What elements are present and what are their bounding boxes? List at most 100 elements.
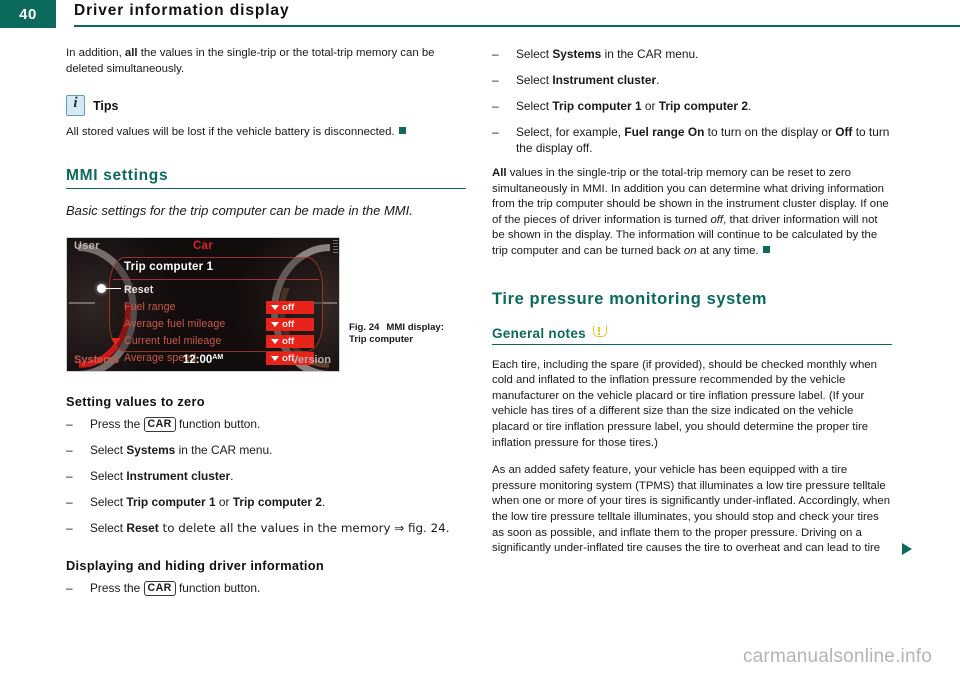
page-title: Driver information display (74, 2, 290, 19)
right-steps: – Select Systems in the CAR menu. – Select… (492, 46, 892, 156)
mmi-row-label: Reset (124, 284, 154, 297)
step-post: function button. (175, 416, 261, 431)
paragraph-bold-lead: All (492, 167, 507, 179)
list-item: – Press the CAR function button. (66, 416, 466, 432)
watermark: carmanualsonline.info (742, 646, 932, 667)
intro-paragraph: In addition, all the values in the singl… (66, 46, 466, 77)
mmi-row-reset[interactable]: Reset (110, 282, 322, 299)
step-bold2: Off (835, 125, 853, 139)
mmi-row-label: Average fuel mileage (124, 318, 226, 331)
mmi-row-value-text: off (282, 301, 295, 313)
dash-marker: – (66, 442, 73, 457)
paragraph-italic-on: on (683, 244, 697, 257)
figure-caption: Fig. 24 MMI display: Trip computer (349, 322, 469, 347)
mmi-settings-heading: MMI settings (66, 167, 466, 189)
step-post: in the CAR menu. (601, 47, 699, 61)
mmi-row-value[interactable]: off (266, 334, 314, 348)
step-bold2: Trip computer 2 (658, 99, 748, 113)
mmi-row-value-text: off (282, 335, 295, 347)
list-item: – Select Trip computer 1 or Trip computer… (66, 494, 466, 510)
step-post: . (321, 494, 326, 509)
figure-caption-line1: MMI display: (386, 321, 444, 333)
paragraph-text3: at any time. (696, 244, 759, 257)
end-marker (762, 245, 770, 253)
mmi-row-average-fuel-mileage[interactable]: Average fuel mileage off (110, 316, 322, 333)
mmi-version-label[interactable]: Version (291, 354, 331, 366)
mmi-clock-meridiem: AM (212, 353, 224, 361)
mmi-row-current-fuel-mileage[interactable]: Current fuel mileage off (110, 333, 322, 350)
dash-marker: – (66, 494, 73, 509)
caret-down-icon (271, 338, 279, 344)
step-pre: Select (516, 99, 553, 113)
intro-bold: all (124, 47, 138, 59)
gauge-tick-left (69, 301, 95, 304)
car-button-key[interactable]: CAR (143, 580, 176, 596)
displaying-hiding-steps: – Press the CAR function button. (66, 580, 466, 596)
mmi-scrollbar[interactable] (333, 239, 338, 254)
list-item: – Select Systems in the CAR menu. (66, 442, 466, 458)
caret-down-icon (271, 321, 279, 327)
step-pre: Press the (90, 416, 144, 431)
tips-body: All stored values will be lost if the ve… (66, 126, 395, 139)
tpms-paragraph-2: As an added safety feature, your vehicle… (492, 464, 891, 555)
car-button-key[interactable]: CAR (143, 416, 176, 432)
step-post: to delete all the values in the memory ⇒… (158, 520, 450, 535)
end-marker (398, 127, 406, 135)
list-item: – Select Instrument cluster. (66, 468, 466, 484)
mmi-menu-panel: Trip computer 1 Reset Fuel range off Ave… (109, 256, 323, 365)
mmi-panel-title: Trip computer 1 (124, 260, 214, 273)
mmi-figure: User Car Trip computer 1 Reset Fuel rang… (66, 236, 444, 372)
list-item: – Select, for example, Fuel range On to t… (492, 124, 892, 156)
left-column: In addition, all the values in the singl… (66, 46, 466, 606)
step-pre: Press the (90, 580, 144, 595)
mmi-display-image: User Car Trip computer 1 Reset Fuel rang… (66, 236, 340, 372)
dash-marker: – (66, 580, 73, 595)
step-bold: Systems (552, 47, 602, 61)
continue-arrow-icon (902, 542, 912, 555)
figure-caption-line2: Trip computer (349, 334, 413, 346)
mmi-row-fuel-range[interactable]: Fuel range off (110, 299, 322, 316)
mmi-selection-pointer (105, 287, 121, 290)
step-pre: Select (516, 47, 553, 61)
step-post: . (747, 99, 752, 113)
step-bold: Instrument cluster (126, 468, 231, 483)
caret-down-icon (271, 304, 279, 310)
page-number: 40 (0, 0, 56, 28)
list-item: – Select Reset to delete all the values i… (66, 520, 466, 536)
dash-marker: – (66, 520, 73, 535)
step-bold: Instrument cluster (552, 73, 657, 87)
dash-marker: – (492, 125, 499, 139)
mmi-row-value-text: off (282, 318, 295, 330)
step-bold2: Trip computer 2 (232, 494, 322, 509)
mmi-car-label: Car (192, 239, 214, 252)
figure-number: Fig. 24 (349, 321, 380, 333)
step-post: function button. (175, 580, 261, 595)
all-values-paragraph: All values in the single-trip or the tot… (492, 166, 892, 260)
page-header: 40 Driver information display (0, 0, 960, 28)
mmi-row-value[interactable]: off (266, 300, 314, 314)
paragraph-italic-off: off (710, 213, 724, 226)
setting-values-steps: – Press the CAR function button. – Select … (66, 416, 466, 536)
general-notes-label: General notes (492, 325, 586, 341)
mmi-row-value[interactable]: off (266, 317, 314, 331)
step-bold: Reset (126, 520, 159, 535)
step-bold: Trip computer 1 (126, 494, 216, 509)
intro-part1: In addition, (66, 47, 125, 59)
list-item: – Press the CAR function button. (66, 580, 466, 596)
step-pre: Select, for example, (516, 125, 625, 139)
step-pre: Select (90, 468, 127, 483)
general-notes-subheading: General notes (492, 325, 892, 345)
setting-values-heading: Setting values to zero (66, 393, 205, 409)
list-item: – Select Systems in the CAR menu. (492, 46, 892, 62)
step-mid: or (641, 99, 659, 113)
tips-text: All stored values will be lost if the ve… (66, 125, 466, 141)
tips-label: Tips (93, 98, 119, 113)
list-item: – Select Instrument cluster. (492, 72, 892, 88)
step-mid: or (215, 494, 233, 509)
tpms-heading: Tire pressure monitoring system (492, 289, 768, 308)
mmi-title-divider (113, 278, 319, 280)
scroll-down-icon[interactable] (111, 337, 121, 345)
tpms-paragraph-1: Each tire, including the spare (if provi… (492, 358, 877, 449)
dash-marker: – (492, 73, 499, 87)
header-divider (74, 25, 960, 27)
